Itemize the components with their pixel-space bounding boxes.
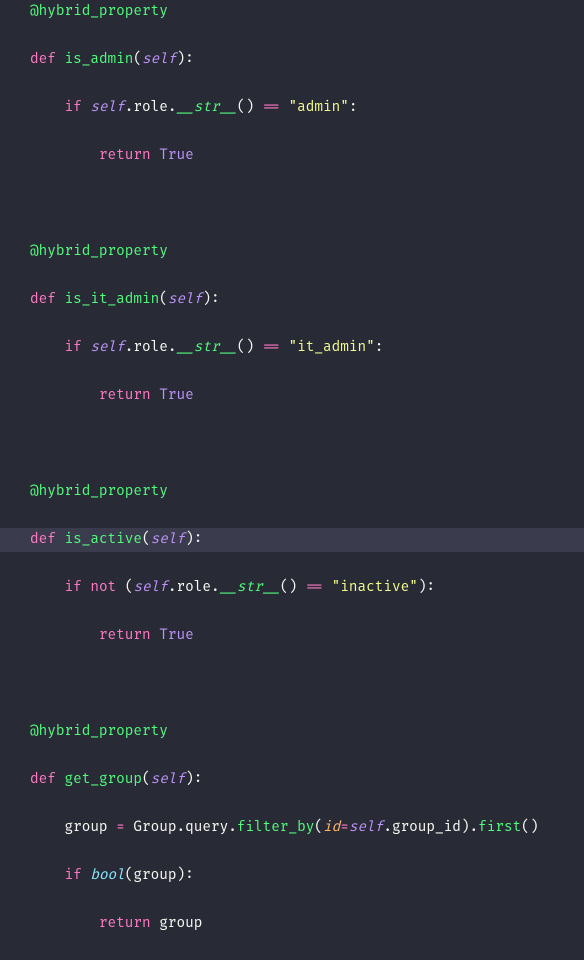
function-name: is_admin — [64, 51, 133, 68]
builtin-func: bool — [90, 867, 124, 884]
keyword-not: not — [90, 579, 116, 596]
code-line[interactable]: return True — [30, 144, 584, 168]
code-line[interactable]: return True — [30, 384, 584, 408]
function-name: is_active — [64, 531, 142, 548]
code-line[interactable]: group = Group.query.filter_by(id=self.gr… — [30, 816, 584, 840]
string-literal: "inactive" — [332, 579, 418, 596]
code-line[interactable]: @hybrid_property — [30, 240, 584, 264]
code-line[interactable]: def get_group(self): — [30, 768, 584, 792]
blank-line — [30, 432, 584, 456]
blank-line — [30, 672, 584, 696]
function-name: get_group — [64, 771, 142, 788]
self-param: self — [142, 51, 176, 68]
method-call: filter_by — [237, 819, 315, 836]
string-literal: "it_admin" — [289, 339, 375, 356]
code-line[interactable]: if bool(group): — [30, 864, 584, 888]
function-name: is_it_admin — [64, 291, 159, 308]
blank-line — [30, 192, 584, 216]
keyword-arg: id — [323, 819, 340, 836]
code-line[interactable]: if self.role.__str__() == "it_admin": — [30, 336, 584, 360]
code-line[interactable]: if self.role.__str__() == "admin": — [30, 96, 584, 120]
code-line[interactable]: if not (self.role.__str__() == "inactive… — [30, 576, 584, 600]
dunder-method: __str__ — [177, 99, 237, 116]
code-line[interactable]: def is_admin(self): — [30, 48, 584, 72]
code-line[interactable]: @hybrid_property — [30, 720, 584, 744]
variable: group — [64, 819, 107, 836]
bool-literal: True — [159, 147, 193, 164]
code-line-highlighted[interactable]: def is_active(self): — [0, 528, 584, 552]
keyword-return: return — [99, 147, 151, 164]
code-line[interactable]: return group — [30, 912, 584, 936]
code-line[interactable]: def is_it_admin(self): — [30, 288, 584, 312]
keyword-def: def — [30, 51, 56, 68]
code-line[interactable]: @hybrid_property — [30, 480, 584, 504]
keyword-if: if — [64, 99, 81, 116]
code-line[interactable]: @hybrid_property — [30, 0, 584, 24]
decorator: @hybrid_property — [30, 3, 168, 20]
string-literal: "admin" — [289, 99, 349, 116]
code-editor[interactable]: @hybrid_property def is_admin(self): if … — [0, 0, 584, 960]
code-line[interactable]: return True — [30, 624, 584, 648]
